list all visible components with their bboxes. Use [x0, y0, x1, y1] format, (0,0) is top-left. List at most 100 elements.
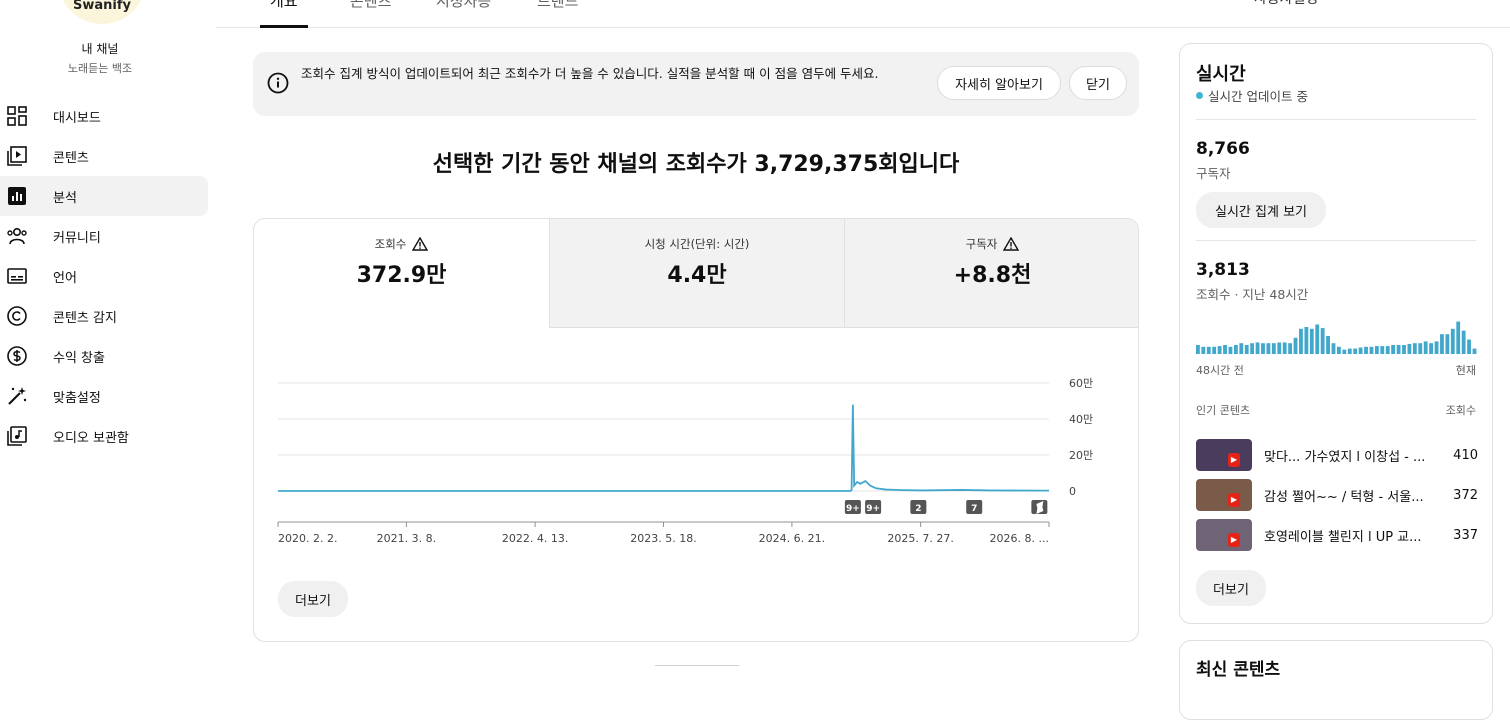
- realtime-bar: [1429, 343, 1434, 354]
- community-icon: [6, 225, 28, 247]
- x-tick-label: 2021. 3. 8.: [377, 532, 436, 545]
- chart-marker-label: 9+: [866, 504, 880, 514]
- channel-logo-text: Swanify: [73, 0, 131, 13]
- views-chart-card: 조회수 372.9만 시청 시간(단위: 시간) 4.4만 구독자 +8.8천 …: [253, 218, 1139, 642]
- tab-content[interactable]: 콘텐츠: [350, 0, 391, 11]
- shorts-icon: ▶: [1228, 493, 1240, 507]
- sidebar-item-label: 분석: [53, 190, 77, 206]
- latest-content-card: 최신 콘텐츠: [1179, 640, 1493, 720]
- realtime-report-button[interactable]: 실시간 집계 보기: [1196, 192, 1326, 228]
- sidebar-item-copyright[interactable]: 콘텐츠 감지: [0, 296, 208, 336]
- tab-overview[interactable]: 개요: [270, 0, 298, 11]
- top-content-views: 372: [1453, 487, 1478, 503]
- analytics-icon: [6, 185, 28, 207]
- metric-label: 구독자: [965, 237, 998, 251]
- bars-end-label: 현재: [1455, 364, 1476, 377]
- realtime-bar: [1266, 343, 1271, 354]
- sidebar-item-label: 콘텐츠 감지: [53, 310, 117, 326]
- sidebar-item-content[interactable]: 콘텐츠: [0, 136, 208, 176]
- chart-marker-label: 9+: [846, 504, 860, 514]
- views-48h-label: 조회수 · 지난 48시간: [1196, 287, 1309, 302]
- realtime-bar: [1461, 330, 1466, 354]
- realtime-bar: [1271, 343, 1276, 354]
- realtime-bar: [1299, 328, 1303, 354]
- top-content-header: 인기 콘텐츠: [1196, 404, 1251, 417]
- realtime-bar: [1331, 343, 1336, 354]
- metric-tab-watch-time[interactable]: 시청 시간(단위: 시간) 4.4만: [549, 219, 844, 328]
- realtime-bar: [1288, 343, 1293, 354]
- views-line-chart[interactable]: 0 20만 40만 60만 2020. 2. 2. 2021. 3. 8. 2022. 4.…: [254, 329, 1138, 642]
- realtime-bar: [1217, 346, 1222, 354]
- x-tick-label: 2022. 4. 13.: [502, 532, 568, 545]
- notice-text: 조회수 집계 방식이 업데이트되어 최근 조회수가 더 높을 수 있습니다. 실…: [301, 66, 879, 81]
- sidebar-nav: 대시보드콘텐츠분석커뮤니티언어콘텐츠 감지수익 창출 맞춤설정오디오 보관함: [0, 96, 208, 456]
- realtime-bar: [1261, 343, 1265, 354]
- realtime-bar-chart[interactable]: [1196, 314, 1478, 354]
- realtime-bar: [1223, 345, 1227, 354]
- y-tick-label: 40만: [1069, 413, 1093, 426]
- sidebar-item-label: 언어: [53, 270, 77, 286]
- top-content-views-header: 조회수: [1445, 404, 1476, 417]
- metric-tab-subscribers[interactable]: 구독자 +8.8천: [844, 219, 1138, 328]
- realtime-bar: [1358, 347, 1363, 354]
- top-content-row[interactable]: ▶ 감성 쩔어~~ / 턱형 - 서울... 372: [1196, 479, 1478, 511]
- sidebar-item-label: 대시보드: [53, 110, 101, 126]
- dollar-icon: [6, 345, 28, 367]
- audio-library-icon: [6, 425, 28, 447]
- realtime-bar: [1309, 328, 1314, 354]
- realtime-bar: [1472, 348, 1477, 354]
- realtime-bar: [1407, 343, 1412, 354]
- x-tick-label: 2024. 6. 21.: [759, 532, 825, 545]
- realtime-bar: [1353, 348, 1358, 354]
- realtime-bar: [1293, 337, 1298, 354]
- sidebar-item-label: 커뮤니티: [53, 230, 101, 246]
- notice-banner: 조회수 집계 방식이 업데이트되어 최근 조회수가 더 높을 수 있습니다. 실…: [253, 52, 1139, 116]
- realtime-bar: [1374, 346, 1379, 354]
- chart-marker-label: 7: [971, 504, 977, 514]
- realtime-bar: [1450, 328, 1455, 354]
- realtime-bar: [1320, 328, 1325, 354]
- section-divider: [655, 665, 739, 666]
- sidebar-item-dashboard[interactable]: 대시보드: [0, 96, 208, 136]
- close-notice-button[interactable]: 닫기: [1069, 66, 1127, 100]
- realtime-bar: [1364, 346, 1368, 354]
- chart-more-button[interactable]: 더보기: [278, 581, 348, 617]
- sidebar-item-label: 오디오 보관함: [53, 430, 129, 446]
- realtime-bar: [1212, 346, 1217, 354]
- realtime-bar: [1467, 339, 1471, 354]
- tab-trends[interactable]: 트렌드: [537, 0, 578, 11]
- realtime-bar: [1277, 342, 1282, 354]
- channel-logo[interactable]: Swanify: [58, 0, 146, 24]
- top-content-row[interactable]: ▶ 맞다... 가수였지 l 이창섭 - ... 410: [1196, 439, 1478, 471]
- top-content-row[interactable]: ▶ 호영레이블 챌린지 l UP 교... 337: [1196, 519, 1478, 551]
- realtime-bar: [1282, 342, 1287, 354]
- realtime-bar: [1380, 346, 1385, 354]
- sidebar-item-subtitles[interactable]: 언어: [0, 256, 208, 296]
- realtime-status-text: 실시간 업데이트 중: [1208, 89, 1308, 104]
- channel-handle: 노래듣는 백조: [67, 62, 133, 75]
- channel-name[interactable]: 내 채널: [0, 40, 200, 57]
- realtime-more-button[interactable]: 더보기: [1196, 570, 1266, 606]
- metric-label: 조회수: [374, 237, 407, 251]
- realtime-bar: [1423, 341, 1428, 354]
- realtime-bar: [1304, 327, 1309, 354]
- sidebar-item-analytics[interactable]: 분석: [0, 176, 208, 216]
- realtime-bar: [1440, 334, 1444, 354]
- learn-more-button[interactable]: 자세히 알아보기: [937, 66, 1061, 100]
- advanced-mode-link[interactable]: 사용자설정: [1254, 0, 1318, 8]
- tab-audience[interactable]: 시청자층: [436, 0, 491, 11]
- realtime-card: 실시간 실시간 업데이트 중 8,766 구독자 실시간 집계 보기 3,813…: [1179, 43, 1493, 624]
- sidebar-item-audio-library[interactable]: 오디오 보관함: [0, 416, 208, 456]
- divider: [1196, 240, 1476, 241]
- video-thumbnail: ▶: [1196, 479, 1252, 511]
- sidebar-item-community[interactable]: 커뮤니티: [0, 216, 208, 256]
- metric-tab-views[interactable]: 조회수 372.9만: [254, 219, 549, 328]
- x-tick-label: 2025. 7. 27.: [887, 532, 953, 545]
- realtime-bar: [1391, 345, 1396, 354]
- subscriber-label: 구독자: [1196, 166, 1231, 181]
- sidebar-item-magic-wand[interactable]: 맞춤설정: [0, 376, 208, 416]
- realtime-bar: [1369, 346, 1374, 354]
- top-content-title: 호영레이블 챌린지 l UP 교...: [1264, 529, 1422, 545]
- sidebar-item-dollar[interactable]: 수익 창출: [0, 336, 208, 376]
- shorts-icon: ▶: [1228, 533, 1240, 547]
